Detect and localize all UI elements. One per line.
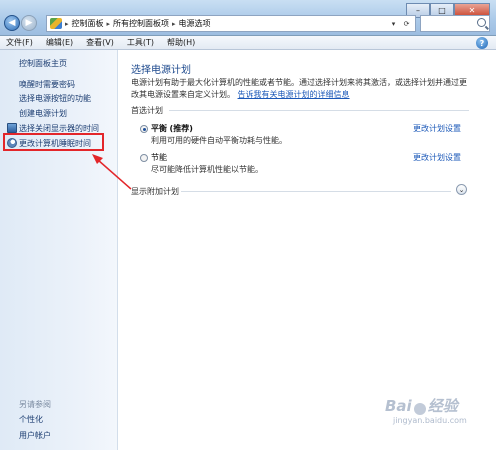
chevron-right-icon[interactable]: ▸ <box>107 20 111 28</box>
sidebar-item-user-accounts[interactable]: 用户帐户 <box>19 430 51 441</box>
watermark: Bai 经验 jingyan.baidu.com <box>385 395 467 425</box>
additional-divider <box>181 191 451 192</box>
see-also-heading: 另请参阅 <box>19 400 51 409</box>
chevron-down-icon[interactable]: ▾ <box>387 17 400 30</box>
watermark-brand: Bai <box>385 397 412 415</box>
expand-chevron-icon[interactable]: ⌄ <box>456 184 467 195</box>
menu-edit[interactable]: 编辑(E) <box>46 37 73 48</box>
sidebar-item-home[interactable]: 控制面板主页 <box>19 58 67 69</box>
plan-saver-radio[interactable] <box>140 154 148 162</box>
breadcrumb-control-panel[interactable]: 控制面板 <box>72 18 104 29</box>
refresh-icon[interactable]: ⟳ <box>400 17 413 30</box>
annotation-highlight-box <box>3 133 104 151</box>
back-button[interactable]: ◀ <box>4 15 20 31</box>
sidebar: 控制面板主页 唤醒时需要密码 选择电源按钮的功能 创建电源计划 选择关闭显示器的… <box>0 50 118 450</box>
plan-balanced-tag: (推荐) <box>169 124 193 133</box>
main-panel: 选择电源计划 电源计划有助于最大化计算机的性能或者节能。通过选择计划来将其激活，… <box>119 50 496 450</box>
plan-balanced-radio[interactable] <box>140 125 148 133</box>
sidebar-item-personalize[interactable]: 个性化 <box>19 414 43 425</box>
plan-saver-desc: 尽可能降低计算机性能以节能。 <box>151 165 263 174</box>
help-icon[interactable]: ? <box>476 37 488 49</box>
plan-saver-settings-link[interactable]: 更改计划设置 <box>413 152 461 163</box>
breadcrumb-power-options[interactable]: 电源选项 <box>179 18 211 29</box>
plan-saver-name[interactable]: 节能 <box>151 152 167 163</box>
menu-help[interactable]: 帮助(H) <box>167 37 195 48</box>
search-input[interactable] <box>420 15 490 32</box>
baidu-paw-icon <box>413 402 426 415</box>
menu-view[interactable]: 查看(V) <box>86 37 114 48</box>
address-bar[interactable]: ▸ 控制面板 ▸ 所有控制面板项 ▸ 电源选项 ▾ ⟳ <box>46 15 416 32</box>
search-icon[interactable] <box>477 18 486 27</box>
preferred-plans-label: 首选计划 <box>131 106 163 115</box>
section-divider <box>169 110 469 111</box>
forward-button[interactable]: ▶ <box>21 15 37 31</box>
menu-file[interactable]: 文件(F) <box>6 37 33 48</box>
monitor-icon <box>7 123 17 133</box>
chevron-right-icon[interactable]: ▸ <box>172 20 176 28</box>
menu-tools[interactable]: 工具(T) <box>127 37 154 48</box>
description-link[interactable]: 告诉我有关电源计划的详细信息 <box>238 90 350 99</box>
sidebar-item-create-plan[interactable]: 创建电源计划 <box>19 108 67 119</box>
control-panel-icon <box>50 18 62 29</box>
address-buttons: ▾ ⟳ <box>387 17 413 30</box>
breadcrumb-all-items[interactable]: 所有控制面板项 <box>113 18 169 29</box>
page-title: 选择电源计划 <box>131 65 191 76</box>
plan-balanced-name[interactable]: 平衡 (推荐) <box>151 123 193 134</box>
sidebar-item-wake-password[interactable]: 唤醒时需要密码 <box>19 79 75 90</box>
plan-balanced-title: 平衡 <box>151 124 167 133</box>
watermark-url: jingyan.baidu.com <box>393 416 467 425</box>
page-description: 电源计划有助于最大化计算机的性能或者节能。通过选择计划来将其激活，或选择计划并通… <box>131 77 474 101</box>
additional-plans-label[interactable]: 显示附加计划 <box>131 186 179 197</box>
sidebar-item-power-button[interactable]: 选择电源按钮的功能 <box>19 93 91 104</box>
watermark-brand2: 经验 <box>427 397 458 415</box>
menu-bar: 文件(F) 编辑(E) 查看(V) 工具(T) 帮助(H) ? <box>0 36 496 50</box>
chevron-right-icon[interactable]: ▸ <box>65 20 69 28</box>
plan-balanced-desc: 利用可用的硬件自动平衡功耗与性能。 <box>151 136 287 145</box>
plan-balanced-settings-link[interactable]: 更改计划设置 <box>413 123 461 134</box>
window-titlebar: – □ ✕ ◀ ▶ ▸ 控制面板 ▸ 所有控制面板项 ▸ 电源选项 ▾ ⟳ <box>0 0 496 36</box>
